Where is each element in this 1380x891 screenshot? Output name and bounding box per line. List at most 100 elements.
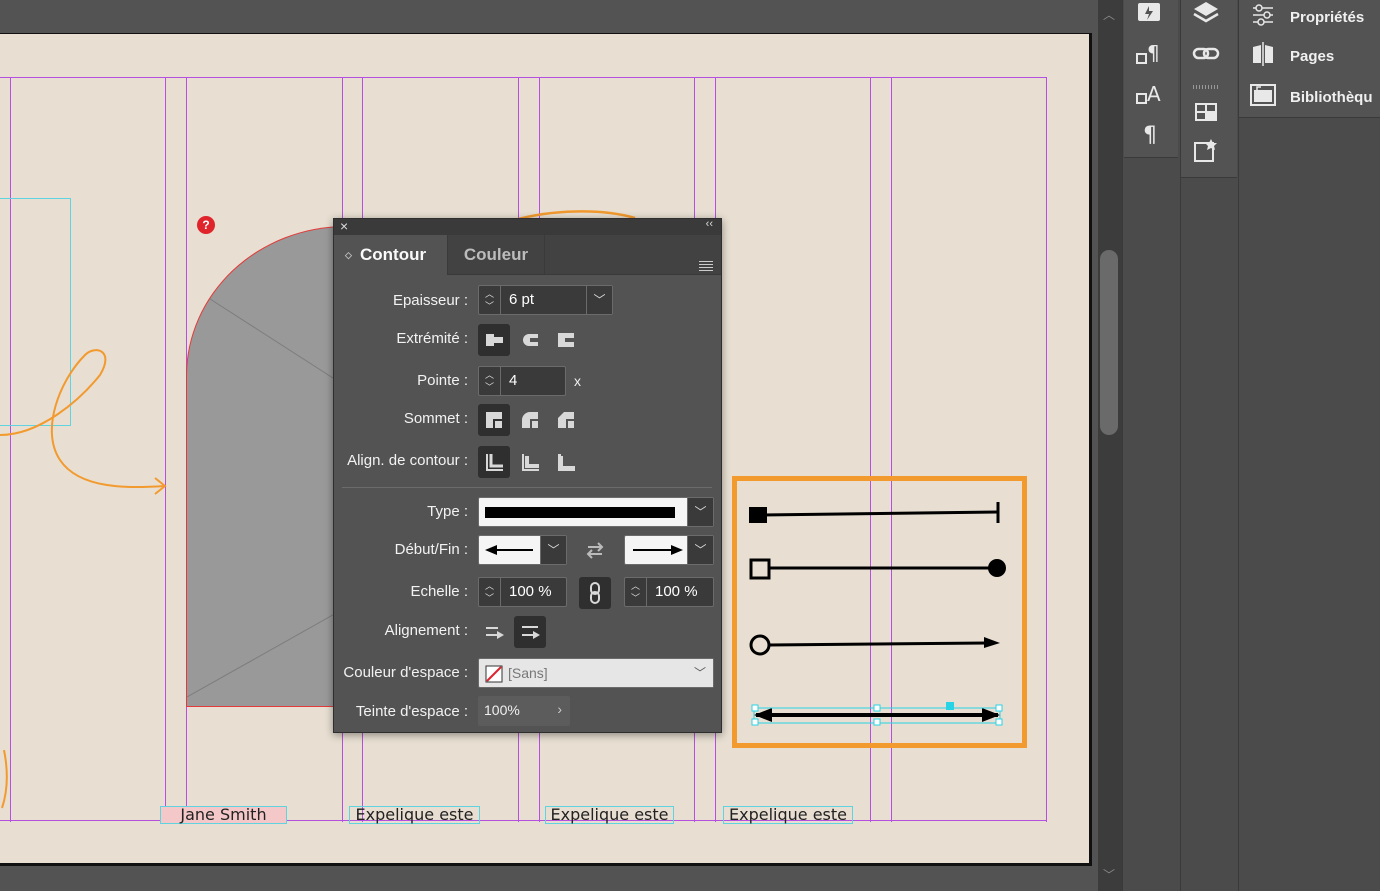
svg-text:A: A [1147, 82, 1161, 106]
panel-menu-icon[interactable] [699, 261, 713, 273]
collapse-panel-icon[interactable]: ‹‹ [706, 218, 713, 230]
column-guide [1046, 77, 1047, 822]
end-scale-value[interactable]: 100 % [655, 583, 698, 600]
solid-line-swatch [485, 507, 675, 518]
tab-couleur[interactable]: Couleur [447, 235, 545, 275]
paragraph-styles-icon[interactable]: ¶ [1133, 40, 1165, 68]
arrow-examples-graphic[interactable] [732, 476, 1027, 748]
miter-limit-field[interactable]: ︿ ﹀ 4 [478, 366, 566, 396]
swatches-icon[interactable] [1190, 98, 1222, 126]
end-scale-field[interactable]: ︿ ﹀ 100 % [624, 577, 714, 607]
chevron-down-icon[interactable]: ﹀ [687, 659, 713, 687]
svg-text:¶: ¶ [1147, 41, 1160, 65]
links-icon[interactable] [1190, 40, 1222, 68]
missing-link-error-icon[interactable]: ? [197, 216, 215, 234]
layers-icon[interactable] [1190, 0, 1222, 28]
extend-arrow-tip-button[interactable] [478, 616, 510, 648]
miter-limit-label: Pointe : [417, 372, 468, 389]
scroll-up-icon[interactable]: ︿ [1100, 6, 1118, 23]
library-icon [1248, 82, 1278, 112]
align-stroke-outside-button[interactable] [550, 446, 582, 478]
pages-panel-button[interactable]: Pages [1248, 41, 1380, 73]
gap-tint-field[interactable]: 100% › [478, 696, 570, 726]
start-scale-value[interactable]: 100 % [509, 583, 552, 600]
chevron-down-icon[interactable]: ﹀ [687, 536, 713, 564]
arrow-right-icon [633, 545, 683, 555]
chevron-down-icon[interactable]: ﹀ [540, 536, 566, 564]
butt-cap-button[interactable] [478, 324, 510, 356]
gap-tint-value[interactable]: 100% [484, 702, 520, 718]
gap-color-dropdown[interactable]: [Sans] ﹀ [478, 658, 714, 688]
align-stroke-center-button[interactable] [478, 446, 510, 478]
stroke-panel[interactable]: × ‹‹ ◇ Contour Couleur Epaisseur : ︿ ﹀ 6 … [333, 218, 722, 733]
miter-join-button[interactable] [478, 404, 510, 436]
caption-frame[interactable]: Jane Smith [160, 806, 287, 824]
stroke-weight-value[interactable]: 6 pt [509, 291, 534, 308]
join-label: Sommet : [403, 410, 468, 427]
gap-tint-label: Teinte d'espace : [355, 703, 468, 720]
stepper-icon[interactable]: ︿ ﹀ [479, 578, 501, 606]
scrollbar-thumb[interactable] [1100, 250, 1118, 435]
scale-label: Echelle : [410, 583, 468, 600]
panel-titlebar[interactable]: × ‹‹ [334, 218, 721, 235]
circle-arrowhead-icon [988, 559, 1006, 577]
tab-contour[interactable]: ◇ Contour [334, 235, 447, 275]
image-placeholder-frame[interactable] [186, 226, 346, 707]
start-scale-field[interactable]: ︿ ﹀ 100 % [478, 577, 567, 607]
svg-text:¶: ¶ [1143, 123, 1157, 146]
chevron-right-icon[interactable]: › [557, 701, 562, 717]
panel-tab-bar: ◇ Contour Couleur [334, 235, 721, 275]
swap-arrowheads-icon[interactable] [579, 535, 611, 565]
character-styles-icon[interactable]: A [1133, 80, 1165, 108]
align-stroke-label: Align. de contour : [347, 452, 468, 469]
scroll-down-icon[interactable]: ﹀ [1100, 866, 1118, 883]
chevron-down-icon[interactable]: ﹀ [687, 498, 713, 526]
round-join-button[interactable] [514, 404, 546, 436]
caption-frame[interactable]: Expelique este [545, 806, 674, 824]
sliders-icon [1248, 2, 1278, 32]
end-arrowhead-dropdown[interactable]: ﹀ [624, 535, 714, 565]
panel-divider [342, 655, 712, 656]
properties-panel-button[interactable]: Propriétés [1248, 2, 1380, 34]
start-end-label: Début/Fin : [394, 541, 468, 558]
margin-guide-bottom [0, 820, 1047, 821]
projecting-cap-button[interactable] [550, 324, 582, 356]
caption-frame[interactable]: Expelique este [723, 806, 853, 824]
stroke-type-dropdown[interactable]: ﹀ [478, 497, 714, 527]
tab-reorder-icon: ◇ [345, 250, 352, 260]
place-arrow-tip-button[interactable] [514, 616, 546, 648]
cc-libraries-icon[interactable] [1133, 0, 1165, 28]
bevel-join-button[interactable] [550, 404, 582, 436]
caption-frame[interactable]: Expelique este [349, 806, 480, 824]
none-swatch-icon [485, 665, 503, 683]
panel-dock [1238, 0, 1380, 891]
libraries-panel-button[interactable]: Bibliothèqu [1248, 82, 1380, 114]
alignment-label: Alignement : [384, 622, 468, 639]
stroke-weight-combo[interactable]: ︿ ﹀ 6 pt ﹀ [478, 285, 613, 315]
stroke-type-label: Type : [427, 503, 468, 520]
close-icon[interactable]: × [340, 218, 348, 234]
miter-suffix: x [574, 373, 581, 389]
gap-color-label: Couleur d'espace : [343, 664, 468, 681]
miter-limit-value[interactable]: 4 [509, 372, 517, 389]
hollow-circle-arrowhead-icon [749, 634, 771, 656]
gap-color-value: [Sans] [508, 665, 548, 681]
panel-divider [342, 487, 712, 488]
effects-icon[interactable] [1190, 136, 1222, 164]
round-cap-button[interactable] [514, 324, 546, 356]
weight-label: Epaisseur : [392, 292, 468, 309]
paragraph-icon[interactable]: ¶ [1133, 120, 1165, 148]
align-stroke-inside-button[interactable] [514, 446, 546, 478]
panel-grip-icon[interactable] [1193, 85, 1219, 89]
margin-guide-top [0, 77, 1047, 78]
stepper-icon[interactable]: ︿ ﹀ [479, 367, 501, 395]
start-arrowhead-dropdown[interactable]: ﹀ [478, 535, 567, 565]
orange-scribble-graphic[interactable] [0, 340, 180, 500]
cap-label: Extrémité : [396, 330, 468, 347]
stepper-icon[interactable]: ︿ ﹀ [479, 286, 501, 314]
canvas-vertical-scrollbar[interactable] [1098, 0, 1122, 891]
link-scale-icon[interactable] [579, 577, 611, 609]
stepper-icon[interactable]: ︿ ﹀ [625, 578, 647, 606]
chevron-down-icon[interactable]: ﹀ [586, 286, 612, 314]
orange-edge-graphic [1, 750, 8, 809]
